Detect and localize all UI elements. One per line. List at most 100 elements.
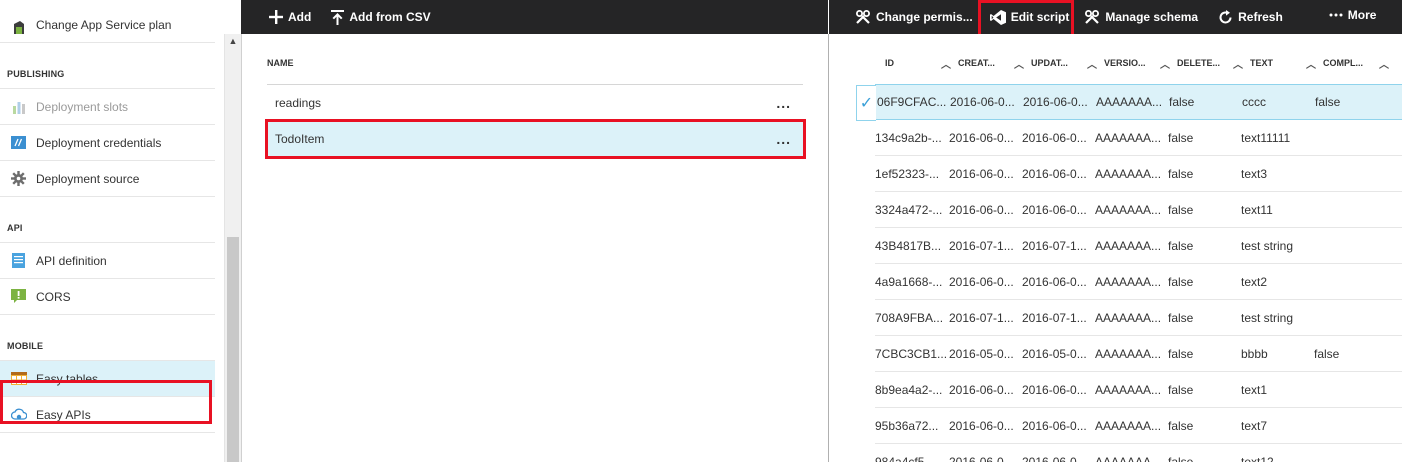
grid-cell: 2016-06-0...: [950, 95, 1015, 109]
section-publishing: PUBLISHING: [0, 43, 215, 89]
table-icon: [10, 370, 27, 387]
grid-cell: bbbb: [1241, 346, 1268, 361]
grid-cell: 2016-06-0...: [1022, 418, 1087, 433]
table-row[interactable]: 134c9a2b-... 2016-06-0... 2016-06-0... AAAA…: [875, 120, 1402, 156]
column-header[interactable]: UPDAT... ︿: [1030, 58, 1103, 78]
grid-cell: 8b9ea4a2-...: [875, 382, 943, 397]
grid-cell: 2016-06-0...: [1023, 95, 1088, 109]
column-header[interactable]: CREAT... ︿: [957, 58, 1030, 78]
table-row[interactable]: 3324a472-... 2016-06-0... 2016-06-0... AAAA…: [875, 192, 1402, 228]
refresh-button[interactable]: Refresh: [1210, 0, 1291, 34]
cors-icon: [10, 288, 27, 305]
row-menu-icon[interactable]: ...: [776, 95, 791, 111]
grid-cell: false: [1168, 454, 1194, 462]
grid-cell: 2016-07-1...: [1022, 310, 1087, 325]
sort-arrow-icon: ︿: [1379, 60, 1389, 71]
manage-schema-button[interactable]: Manage schema: [1081, 0, 1202, 34]
table-row[interactable]: 708A9FBA... 2016-07-1... 2016-07-1... AAAAA…: [875, 300, 1402, 336]
table-data-grid: ID ︿ CREAT... ︿ UPDAT... ︿ VERSIO... ︿ DELET…: [828, 34, 1402, 462]
table-row[interactable]: 8b9ea4a2-... 2016-06-0... 2016-06-0... AAAA…: [875, 372, 1402, 408]
sort-arrow-icon: ︿: [1160, 60, 1170, 71]
nav-item-easy-apis[interactable]: Easy APIs: [0, 397, 215, 433]
grid-cell: 2016-06-0...: [1022, 454, 1087, 462]
settings-menu-list: Change App Service plan PUBLISHING Deplo…: [0, 18, 215, 433]
settings-menu-scrollbar[interactable]: ▲: [224, 34, 241, 462]
table-row-readings[interactable]: readings ...: [267, 85, 803, 121]
grid-cell: 4a9a1668-...: [875, 274, 943, 289]
nav-item-label: CORS: [36, 289, 71, 304]
upload-icon: [331, 9, 345, 25]
api-definition-icon: [10, 252, 27, 269]
column-header[interactable]: DELETE... ︿: [1176, 58, 1249, 78]
grid-cell: false: [1168, 202, 1194, 217]
refresh-icon: [1218, 9, 1233, 25]
more-label: More: [1347, 8, 1377, 22]
grid-cell: AAAAAAA...: [1095, 130, 1162, 145]
grid-cell: 2016-06-0...: [949, 202, 1014, 217]
grid-cell: false: [1168, 382, 1194, 397]
grid-cell: 2016-06-0...: [949, 130, 1014, 145]
add-from-csv-label: Add from CSV: [349, 10, 431, 24]
plus-icon: [269, 10, 283, 24]
grid-cell: 134c9a2b-...: [875, 130, 942, 145]
nav-item-label: Easy tables: [36, 371, 99, 386]
table-row[interactable]: 7CBC3CB1... 2016-05-0... 2016-05-0... AAAAA…: [875, 336, 1402, 372]
edit-script-button[interactable]: Edit script: [984, 0, 1076, 34]
nav-item-api-definition[interactable]: API definition: [0, 243, 215, 279]
scroll-thumb[interactable]: [227, 237, 239, 462]
grid-cell: text12: [1241, 454, 1274, 462]
table-row[interactable]: 43B4817B... 2016-07-1... 2016-07-1... AAAAA…: [875, 228, 1402, 264]
wrench-icon: [856, 9, 871, 25]
grid-cell: text11111: [1241, 130, 1291, 145]
grid-cell: 2016-06-0...: [1022, 130, 1087, 145]
nav-item-deployment-source[interactable]: Deployment source: [0, 161, 215, 197]
grid-cell: false: [1168, 130, 1194, 145]
table-row[interactable]: 984a4cf5... 2016-06-0... 2016-06-0... AAAAA…: [875, 444, 1402, 462]
grid-cell: test string: [1241, 310, 1294, 325]
grid-cell: AAAAAAA...: [1096, 95, 1163, 109]
grid-cell: AAAAAAA...: [1095, 274, 1162, 289]
grid-cell: cccc: [1242, 95, 1266, 109]
grid-cell: false: [1315, 95, 1341, 109]
grid-cell: false: [1168, 310, 1194, 325]
nav-item-label: Change App Service plan: [36, 18, 172, 32]
refresh-label: Refresh: [1238, 10, 1283, 24]
grid-cell: 2016-06-0...: [949, 454, 1014, 462]
grid-cell: AAAAAAA...: [1095, 382, 1162, 397]
grid-cell: 2016-06-0...: [949, 418, 1014, 433]
nav-item-deployment-credentials[interactable]: Deployment credentials: [0, 125, 215, 161]
grid-cell: false: [1314, 346, 1340, 361]
column-header[interactable]: ID ︿: [884, 58, 957, 78]
column-header[interactable]: COMPL... ︿: [1322, 58, 1395, 78]
grid-cell: 95b36a72...: [875, 418, 939, 433]
manage-schema-label: Manage schema: [1105, 10, 1199, 24]
nav-item-label: Deployment credentials: [36, 135, 162, 150]
grid-cell: 2016-06-0...: [1022, 202, 1087, 217]
table-row-todoitem[interactable]: TodoItem ...: [267, 121, 803, 157]
grid-cell: AAAAAAA...: [1095, 166, 1162, 181]
change-permissions-button[interactable]: Change permis...: [848, 0, 981, 34]
nav-item-change-app-service-plan[interactable]: Change App Service plan: [0, 10, 215, 43]
column-header[interactable]: VERSIO... ︿: [1103, 58, 1176, 78]
table-row[interactable]: 4a9a1668-... 2016-06-0... 2016-06-0... AAAA…: [875, 264, 1402, 300]
table-row[interactable]: 1ef52323-... 2016-06-0... 2016-06-0... AAAA…: [875, 156, 1402, 192]
nav-item-deployment-slots[interactable]: Deployment slots: [0, 89, 215, 125]
grid-cell: text7: [1241, 418, 1268, 433]
column-header[interactable]: TEXT ︿: [1249, 58, 1322, 78]
row-menu-icon[interactable]: ...: [776, 131, 791, 147]
add-from-csv-button[interactable]: Add from CSV: [323, 0, 438, 34]
grid-cell: false: [1168, 166, 1194, 181]
change-permissions-label: Change permis...: [876, 10, 973, 24]
table-row[interactable]: ✓ 06F9CFAC... 2016-06-0... 2016-06-0... AAAA…: [856, 84, 1402, 121]
grid-cell: AAAAAAA...: [1095, 310, 1162, 325]
add-button[interactable]: Add: [261, 0, 319, 34]
table-row[interactable]: 95b36a72... 2016-06-0... 2016-06-0... AAAAA…: [875, 408, 1402, 444]
grid-cell: text3: [1241, 166, 1268, 181]
grid-cell: 2016-06-0...: [1022, 274, 1087, 289]
nav-item-easy-tables[interactable]: Easy tables: [0, 361, 215, 397]
section-mobile: MOBILE: [0, 315, 215, 361]
scroll-up-arrow-icon[interactable]: ▲: [225, 34, 241, 48]
row-selected-check-icon[interactable]: ✓: [856, 85, 876, 121]
nav-item-cors[interactable]: CORS: [0, 279, 215, 315]
more-button[interactable]: More: [1321, 0, 1385, 32]
